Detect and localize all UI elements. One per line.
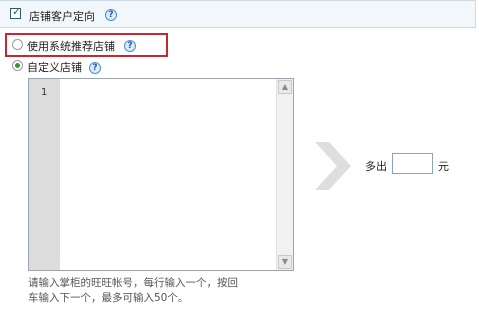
custom-store-label: 自定义店铺 xyxy=(27,61,82,74)
amount-prefix-label: 多出 xyxy=(365,160,387,173)
amount-suffix-label: 元 xyxy=(438,160,449,173)
editor-scrollbar[interactable]: ▲ ▼ xyxy=(276,79,293,270)
input-hint: 请输入掌柜的旺旺帐号，每行输入一个，按回 车输入下一个，最多可输入50个。 xyxy=(28,276,278,306)
store-list-editor: 1 ▲ ▼ xyxy=(28,78,294,271)
store-list-textarea[interactable] xyxy=(61,79,277,270)
hint-line-1: 请输入掌柜的旺旺帐号，每行输入一个，按回 xyxy=(28,277,238,289)
store-targeting-header: ✓ 店铺客户定向 ? xyxy=(0,0,476,28)
scroll-up-icon[interactable]: ▲ xyxy=(278,80,292,94)
store-targeting-checkbox[interactable]: ✓ xyxy=(10,5,22,19)
line-number: 1 xyxy=(41,87,48,98)
scroll-down-icon[interactable]: ▼ xyxy=(278,255,292,269)
help-icon[interactable]: ? xyxy=(89,62,101,74)
checkmark-icon: ✓ xyxy=(12,5,22,18)
store-targeting-label: 店铺客户定向 xyxy=(29,10,95,23)
line-gutter: 1 xyxy=(29,79,60,270)
recommended-store-label: 使用系统推荐店铺 xyxy=(27,40,115,53)
amount-input[interactable] xyxy=(392,153,433,174)
recommended-store-radio[interactable] xyxy=(12,39,23,50)
chevron-right-icon xyxy=(315,142,351,190)
custom-store-radio[interactable] xyxy=(12,60,23,71)
help-icon[interactable]: ? xyxy=(124,40,136,52)
hint-line-2: 车输入下一个，最多可输入50个。 xyxy=(28,292,189,304)
help-icon[interactable]: ? xyxy=(105,9,117,21)
radio-selected-dot xyxy=(15,63,20,68)
